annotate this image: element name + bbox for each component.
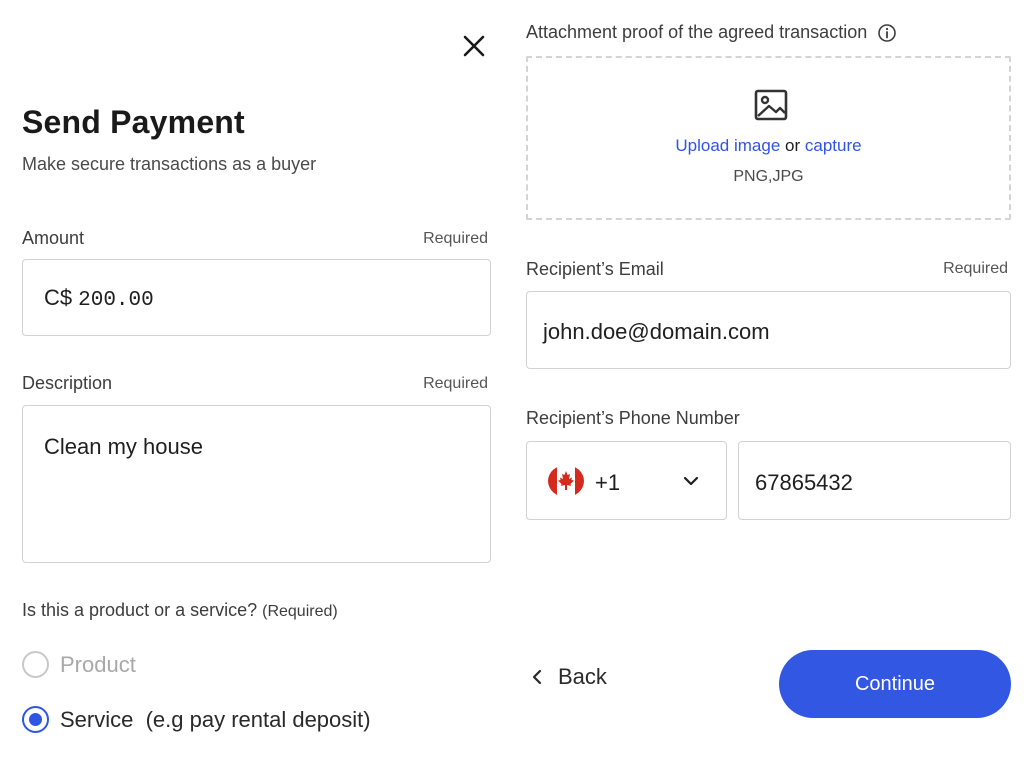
recipient-phone-label: Recipient’s Phone Number: [526, 408, 740, 428]
upload-image-link[interactable]: Upload image: [675, 136, 780, 155]
radio-service[interactable]: Service (e.g pay rental deposit): [22, 706, 371, 733]
chevron-left-icon: [532, 669, 542, 685]
phone-number-input[interactable]: 67865432: [738, 441, 1011, 520]
attachment-label: Attachment proof of the agreed transacti…: [526, 22, 897, 43]
info-icon[interactable]: [877, 23, 897, 43]
recipient-email-value: john.doe@domain.com: [543, 319, 770, 344]
description-required: Required: [423, 375, 488, 392]
recipient-email-required: Required: [943, 260, 1008, 277]
amount-value: 200.00: [78, 289, 154, 312]
description-value: Clean my house: [44, 434, 203, 459]
attachment-label-text: Attachment proof of the agreed transacti…: [526, 22, 868, 42]
country-code-select[interactable]: +1: [526, 441, 727, 520]
radio-product-circle[interactable]: [22, 651, 49, 678]
type-question-required: (Required): [262, 603, 338, 620]
page-subtitle: Make secure transactions as a buyer: [22, 154, 317, 174]
phone-number-value: 67865432: [755, 470, 853, 495]
description-textarea[interactable]: Clean my house: [22, 405, 491, 563]
upload-or-text: or: [785, 136, 801, 155]
radio-product[interactable]: Product: [22, 651, 136, 678]
capture-link[interactable]: capture: [805, 136, 862, 155]
back-button[interactable]: Back: [530, 664, 607, 690]
recipient-email-label: Recipient’s Email: [526, 259, 664, 279]
upload-dropzone[interactable]: Upload image or capture PNG,JPG: [526, 56, 1011, 220]
amount-label: Amount: [22, 228, 85, 248]
type-question: Is this a product or a service? (Require…: [22, 600, 338, 621]
recipient-email-input[interactable]: john.doe@domain.com: [526, 291, 1011, 369]
page-title: Send Payment: [22, 104, 245, 140]
radio-service-circle[interactable]: [22, 706, 49, 733]
currency-symbol: C$: [44, 285, 73, 310]
chevron-down-icon: [683, 476, 699, 486]
back-label: Back: [558, 664, 607, 689]
type-question-label: Is this a product or a service?: [22, 600, 258, 620]
radio-product-label: Product: [60, 651, 136, 677]
accepted-formats: PNG,JPG: [733, 168, 804, 185]
close-button[interactable]: [458, 30, 490, 62]
image-icon: [754, 89, 788, 121]
send-payment-page: Send Payment Make secure transactions as…: [0, 0, 1024, 757]
close-icon: [463, 35, 485, 57]
continue-button[interactable]: Continue: [779, 650, 1011, 718]
dial-code: +1: [595, 470, 621, 495]
canada-flag-icon: [548, 465, 584, 497]
amount-required: Required: [423, 230, 488, 247]
description-label: Description: [22, 373, 113, 393]
radio-service-label: Service (e.g pay rental deposit): [60, 706, 371, 732]
amount-input[interactable]: C$ 200.00: [22, 259, 491, 336]
upload-instructions: Upload image or capture: [528, 136, 1009, 156]
